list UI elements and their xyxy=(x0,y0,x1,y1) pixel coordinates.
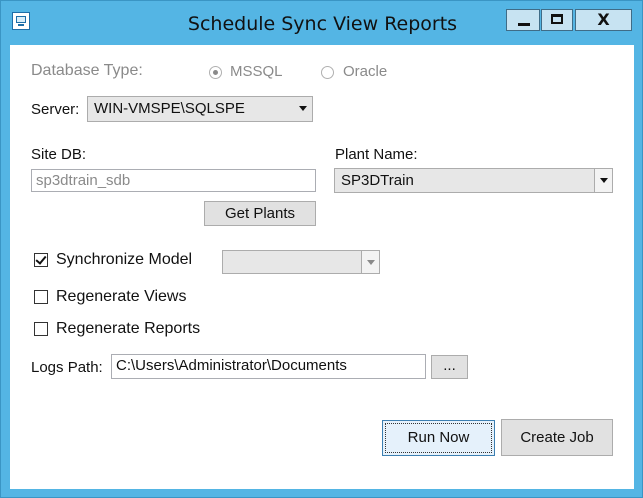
browse-button[interactable]: ... xyxy=(431,355,468,379)
regenerate-views-label[interactable]: Regenerate Views xyxy=(56,288,186,306)
oracle-radio-label[interactable]: Oracle xyxy=(343,63,387,80)
regenerate-views-checkbox[interactable] xyxy=(34,290,48,304)
chevron-down-icon[interactable] xyxy=(361,251,379,273)
logs-path-value: C:\Users\Administrator\Documents xyxy=(116,357,347,374)
mssql-radio-label[interactable]: MSSQL xyxy=(230,63,283,80)
plant-name-value: SP3DTrain xyxy=(341,172,414,189)
close-icon: X xyxy=(597,10,610,29)
run-now-button[interactable]: Run Now xyxy=(382,420,495,456)
chevron-down-icon[interactable] xyxy=(594,169,612,192)
dialog-window: Schedule Sync View Reports X Database Ty… xyxy=(0,0,643,498)
synchronize-model-checkbox[interactable] xyxy=(34,253,48,267)
get-plants-button[interactable]: Get Plants xyxy=(204,201,316,226)
server-value: WIN-VMSPE\SQLSPE xyxy=(94,100,245,117)
get-plants-label: Get Plants xyxy=(224,205,296,222)
synchronize-model-label[interactable]: Synchronize Model xyxy=(56,251,192,269)
close-button[interactable]: X xyxy=(575,9,632,31)
site-db-value: sp3dtrain_sdb xyxy=(36,172,131,189)
regenerate-reports-checkbox[interactable] xyxy=(34,322,48,336)
dialog-content: Database Type: MSSQL Oracle Server: WIN-… xyxy=(10,45,634,489)
synchronize-model-combobox[interactable] xyxy=(222,250,380,274)
site-db-label: Site DB: xyxy=(31,146,87,163)
plant-name-combobox[interactable]: SP3DTrain xyxy=(334,168,613,193)
mssql-radio[interactable] xyxy=(209,66,222,79)
logs-path-label: Logs Path: xyxy=(31,359,103,376)
create-job-button[interactable]: Create Job xyxy=(501,419,613,456)
regenerate-reports-label[interactable]: Regenerate Reports xyxy=(56,320,200,338)
title-bar[interactable]: Schedule Sync View Reports X xyxy=(1,1,642,45)
site-db-field[interactable]: sp3dtrain_sdb xyxy=(31,169,316,192)
create-job-label: Create Job xyxy=(520,429,594,446)
oracle-radio[interactable] xyxy=(321,66,334,79)
browse-label: ... xyxy=(443,357,456,374)
run-now-label: Run Now xyxy=(407,429,470,446)
database-type-label: Database Type: xyxy=(31,62,143,79)
server-label: Server: xyxy=(31,101,80,118)
plant-name-label: Plant Name: xyxy=(335,146,418,163)
maximize-button[interactable] xyxy=(541,9,573,31)
logs-path-field[interactable]: C:\Users\Administrator\Documents xyxy=(111,354,426,379)
minimize-button[interactable] xyxy=(506,9,540,31)
server-combobox[interactable]: WIN-VMSPE\SQLSPE xyxy=(87,96,313,122)
chevron-down-icon[interactable] xyxy=(294,97,312,121)
